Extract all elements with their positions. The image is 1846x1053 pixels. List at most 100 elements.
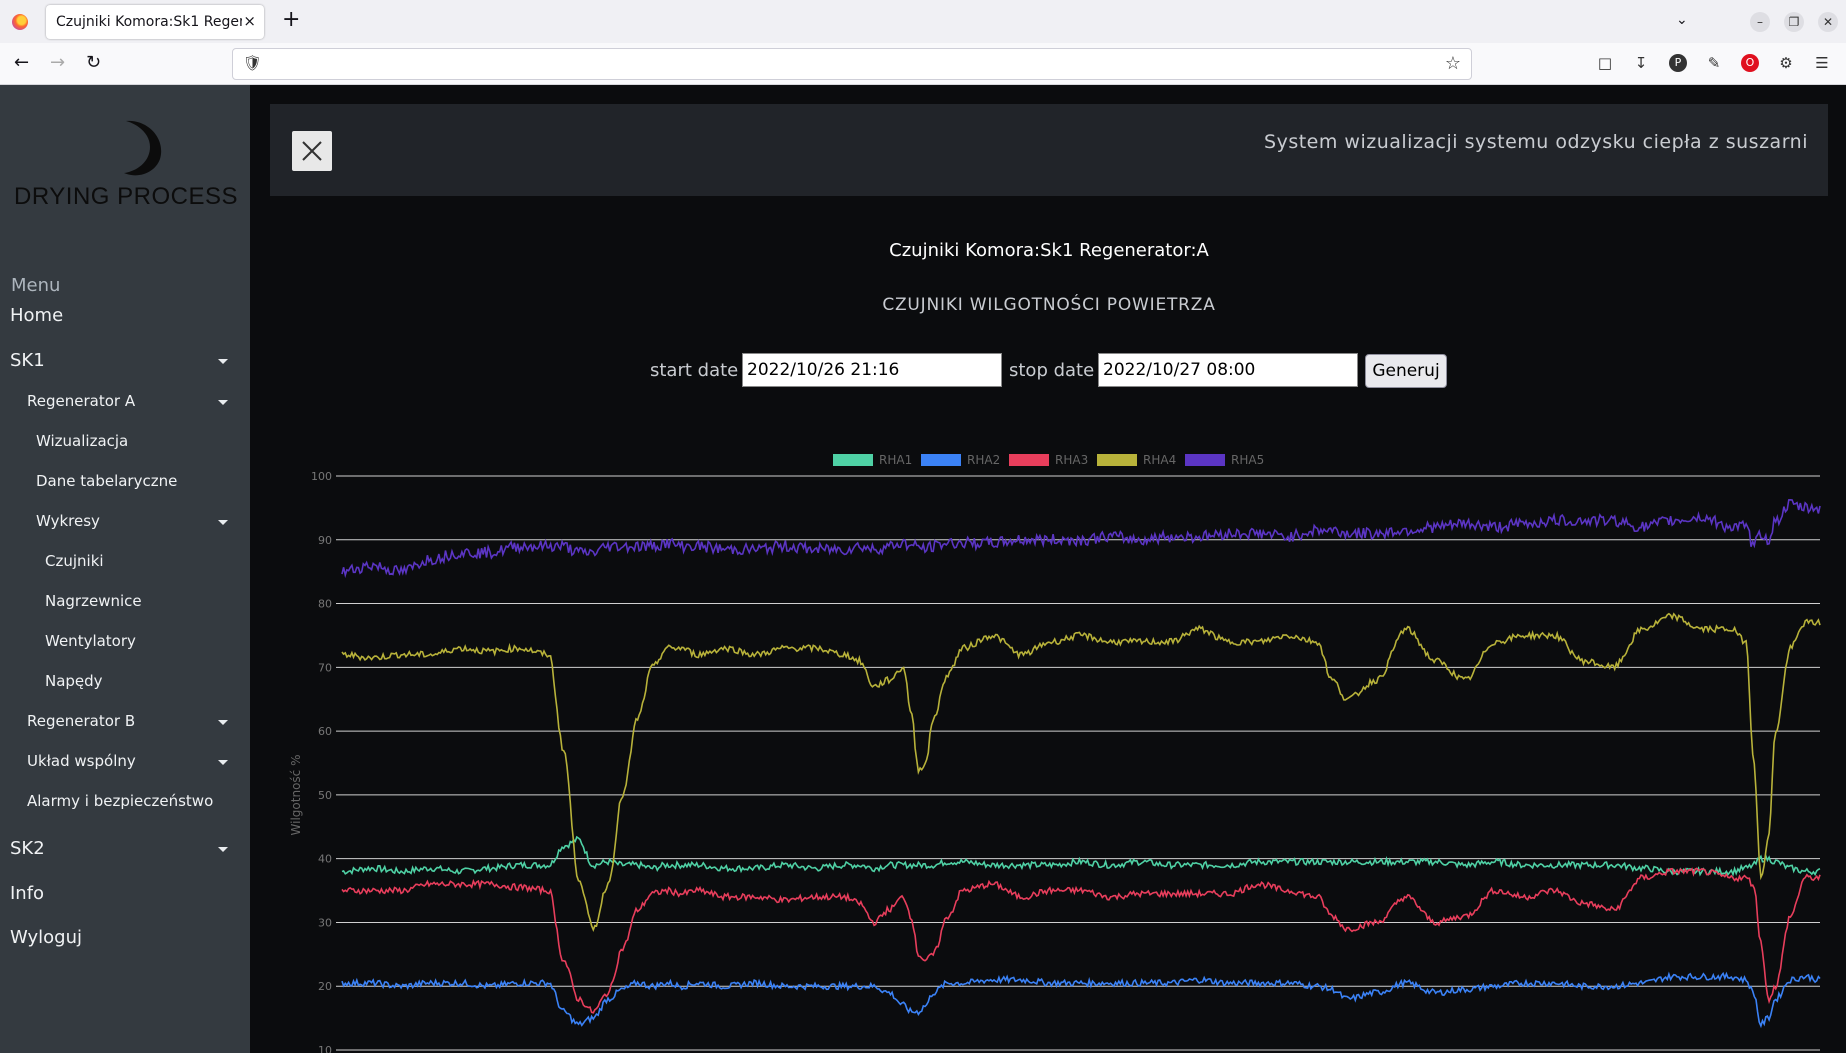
chart-grid: 100 90 80 70 60 50 40 30 20 10	[311, 470, 1820, 1053]
legend-swatch[interactable]	[921, 454, 961, 466]
close-icon	[302, 141, 322, 161]
humidity-chart: RHA1 RHA2 RHA3 RHA4 RHA5 100 90 80 70 60 50 40 30 20…	[289, 453, 1821, 1053]
sidebar-item-sk2[interactable]: SK2	[10, 838, 250, 859]
legend-swatch[interactable]	[1009, 454, 1049, 466]
sidebar-item-nagrzewnice[interactable]: Nagrzewnice	[45, 592, 250, 610]
top-bar: System wizualizacji systemu odzysku ciep…	[270, 104, 1828, 196]
firefox-icon[interactable]	[12, 14, 28, 30]
sidebar-item-label: Regenerator A	[27, 392, 136, 410]
section-title: CZUJNIKI WILGOTNOŚCI POWIETRZA	[882, 295, 1216, 315]
sidebar-item-napędy[interactable]: Napędy	[45, 672, 250, 690]
series-line-rha1	[341, 835, 1821, 877]
stop-date-input[interactable]	[1098, 353, 1358, 387]
sidebar-item-wykresy[interactable]: Wykresy	[36, 512, 250, 530]
legend-swatch[interactable]	[1097, 454, 1137, 466]
sidebar-item-label: Regenerator B	[27, 712, 136, 730]
caret-down-icon[interactable]	[218, 359, 228, 364]
download-icon[interactable]: ↧	[1632, 54, 1650, 72]
minimize-icon[interactable]: –	[1750, 12, 1770, 32]
caret-down-icon[interactable]	[218, 760, 228, 765]
sidebar-item-info[interactable]: Info	[10, 883, 250, 904]
shield-icon[interactable]: 🛡	[243, 54, 262, 72]
caret-down-icon[interactable]	[218, 520, 228, 525]
ublock-icon[interactable]: O	[1741, 54, 1759, 72]
sidebar-item-regenerator-b[interactable]: Regenerator B	[27, 712, 250, 730]
sidebar-item-wizualizacja[interactable]: Wizualizacja	[36, 432, 250, 450]
chart-legend: RHA1 RHA2 RHA3 RHA4 RHA5	[833, 453, 1264, 467]
legend-label[interactable]: RHA3	[1055, 453, 1088, 467]
legend-label[interactable]: RHA2	[967, 453, 1000, 467]
legend-label[interactable]: RHA1	[879, 453, 912, 467]
browser-nav-bar: ← → ↻ 🛡 ☆ □ ↧ P ✎ O ⚙ ☰	[0, 43, 1846, 85]
list-all-tabs-icon[interactable]: ⌄	[1676, 12, 1688, 28]
y-tick-label: 20	[318, 980, 332, 993]
eyedropper-icon[interactable]: ✎	[1705, 54, 1723, 72]
y-tick-label: 10	[318, 1044, 332, 1053]
menu-label: Menu	[11, 275, 61, 296]
sidebar-item-sk1[interactable]: SK1	[10, 350, 250, 371]
legend-label[interactable]: RHA4	[1143, 453, 1176, 467]
y-tick-label: 50	[318, 789, 332, 802]
close-tab-icon[interactable]: ×	[243, 12, 256, 30]
series-line-rha5	[341, 498, 1821, 579]
sidebar-item-label: Układ wspólny	[27, 752, 136, 770]
url-bar[interactable]: 🛡 ☆	[232, 48, 1472, 80]
browser-tab[interactable]: Czujniki Komora:Sk1 Regenerator:A ×	[46, 5, 264, 39]
sidebar-item-wyloguj[interactable]: Wyloguj	[10, 927, 250, 948]
series-line-rha2	[341, 971, 1821, 1029]
sidebar-item-label: Info	[10, 883, 45, 904]
series-line-rha3	[341, 867, 1821, 1014]
close-sidebar-button[interactable]	[292, 131, 332, 171]
pocket-icon[interactable]: □	[1596, 54, 1614, 72]
profile-p-icon[interactable]: P	[1669, 54, 1687, 72]
caret-down-icon[interactable]	[218, 720, 228, 725]
page-title: Czujniki Komora:Sk1 Regenerator:A	[889, 240, 1209, 261]
extensions-icon[interactable]: ⚙	[1777, 54, 1795, 72]
sidebar-item-label: Wizualizacja	[36, 432, 129, 450]
back-icon[interactable]: ←	[14, 53, 29, 73]
start-date-label: start date	[650, 360, 739, 381]
generate-button[interactable]: Generuj	[1365, 354, 1447, 388]
caret-down-icon[interactable]	[218, 400, 228, 405]
sidebar-item-home[interactable]: Home	[10, 305, 250, 326]
sidebar-item-label: Home	[10, 305, 64, 326]
sidebar-item-regenerator-a[interactable]: Regenerator A	[27, 392, 250, 410]
moon-logo-icon	[124, 120, 162, 176]
y-tick-label: 30	[318, 916, 332, 929]
browser-tab-strip: Czujniki Komora:Sk1 Regenerator:A × + ⌄ …	[0, 0, 1846, 43]
chart-series	[341, 498, 1821, 1029]
start-date-input[interactable]	[742, 353, 1002, 387]
app-menu-icon[interactable]: ☰	[1813, 54, 1831, 72]
sidebar-item-label: Wykresy	[36, 512, 100, 530]
sidebar-item-label: Nagrzewnice	[45, 592, 142, 610]
legend-swatch[interactable]	[833, 454, 873, 466]
sidebar-item-label: SK2	[10, 838, 45, 859]
sidebar-item-label: SK1	[10, 350, 45, 371]
sidebar-item-czujniki[interactable]: Czujniki	[45, 552, 250, 570]
tab-title: Czujniki Komora:Sk1 Regenerator:A	[56, 14, 242, 30]
legend-label[interactable]: RHA5	[1231, 453, 1264, 467]
new-tab-button[interactable]: +	[282, 9, 300, 31]
sidebar-item-label: Wentylatory	[45, 632, 136, 650]
forward-icon[interactable]: →	[50, 53, 65, 73]
sidebar-item-label: Alarmy i bezpieczeństwo	[27, 792, 214, 810]
y-axis-label: Wilgotność %	[289, 755, 303, 836]
sidebar-item-label: Napędy	[45, 672, 103, 690]
system-title: System wizualizacji systemu odzysku ciep…	[1264, 131, 1808, 153]
reload-icon[interactable]: ↻	[86, 53, 101, 73]
sidebar-item-label: Dane tabelaryczne	[36, 472, 178, 490]
y-tick-label: 90	[318, 534, 332, 547]
sidebar-item-alarmy-i-bezpieczeństwo[interactable]: Alarmy i bezpieczeństwo	[27, 792, 250, 810]
sidebar-item-układ-wspólny[interactable]: Układ wspólny	[27, 752, 250, 770]
brand-name: DRYING PROCESS	[14, 183, 238, 210]
caret-down-icon[interactable]	[218, 847, 228, 852]
sidebar-item-dane-tabelaryczne[interactable]: Dane tabelaryczne	[36, 472, 250, 490]
legend-swatch[interactable]	[1185, 454, 1225, 466]
close-window-icon[interactable]: ✕	[1818, 12, 1838, 32]
sidebar: DRYING PROCESS Menu Home SK1 Regenerator A…	[0, 85, 250, 1053]
y-tick-label: 100	[311, 470, 332, 483]
sidebar-item-wentylatory[interactable]: Wentylatory	[45, 632, 250, 650]
restore-icon[interactable]: ❐	[1784, 12, 1804, 32]
bookmark-star-icon[interactable]: ☆	[1445, 53, 1461, 74]
y-tick-label: 70	[318, 661, 332, 674]
